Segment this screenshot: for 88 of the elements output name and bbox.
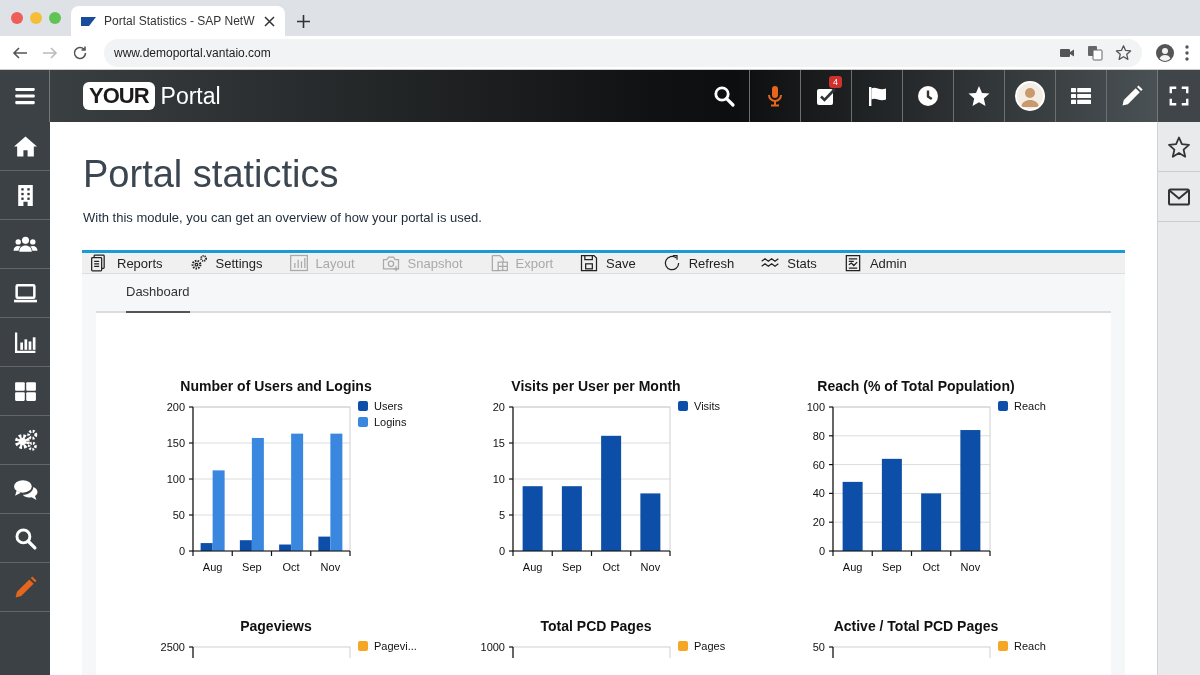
chart-title: Visits per User per Month: [511, 378, 681, 394]
axis-tick-label: 15: [492, 437, 505, 449]
axis-tick-label: 5: [498, 509, 505, 521]
new-tab-icon[interactable]: [297, 15, 310, 28]
avatar-icon: [1015, 81, 1045, 111]
site-logo-icon: [81, 16, 96, 26]
axis-tick-label: Sep: [882, 561, 902, 573]
axis-tick-label: 0: [498, 545, 505, 557]
logo-badge: YOUR: [83, 82, 155, 110]
tasks-button[interactable]: 4: [800, 70, 851, 122]
toolbar-button[interactable]: Admin: [842, 253, 921, 273]
notification-count: 4: [829, 76, 842, 88]
axis-tick-label: 150: [166, 437, 185, 449]
back-arrow-icon: [12, 44, 28, 61]
close-window-button[interactable]: [11, 12, 23, 24]
chart-bar: [640, 493, 661, 551]
star-icon: [1167, 134, 1191, 159]
legend-label: Users: [374, 400, 403, 412]
axis-tick-label: Oct: [922, 561, 940, 573]
logo-text: Portal: [160, 82, 221, 110]
axis-tick-label: Sep: [242, 561, 262, 573]
axis-tick-label: 60: [812, 458, 825, 471]
fullscreen-button[interactable]: [1157, 70, 1200, 122]
legend-label: Pagevi...: [374, 640, 417, 652]
chart-title: Number of Users and Logins: [180, 378, 372, 394]
chart-title: Total PCD Pages: [540, 618, 652, 634]
axis-tick-label: Nov: [960, 561, 981, 573]
axis-tick-label: Nov: [320, 561, 341, 573]
pencil-icon: [1120, 84, 1144, 108]
chart-bar: [842, 481, 863, 551]
chart-title: Reach (% of Total Population): [817, 378, 1015, 394]
axis-tick-label: 1000: [480, 641, 505, 653]
axis-tick-label: Oct: [602, 561, 620, 573]
legend-label: Reach: [1014, 400, 1046, 412]
axis-tick-label: 2500: [160, 641, 185, 653]
toolbar-button[interactable]: Stats: [760, 253, 831, 273]
chart-bar: [522, 486, 543, 551]
y-axis: [188, 646, 194, 658]
toolbar-button[interactable]: Save: [579, 253, 650, 273]
axis-tick-label: 20: [812, 516, 825, 529]
axis-tick-label: 40: [812, 487, 825, 500]
axis-tick-label: 0: [178, 545, 185, 557]
axis-tick-label: 100: [166, 473, 185, 485]
close-icon[interactable]: [264, 15, 275, 27]
star-icon: [967, 84, 991, 108]
reload-icon: [72, 44, 88, 61]
bookmark-star-icon[interactable]: [1115, 44, 1132, 61]
forward-arrow-icon: [42, 44, 58, 61]
clock-icon: [916, 84, 940, 108]
bar-chart-icon: [288, 253, 309, 273]
chart-bar: [561, 486, 582, 551]
axis-tick-label: 200: [166, 401, 185, 413]
menu-button[interactable]: [0, 70, 50, 122]
profile-icon[interactable]: [1156, 43, 1174, 62]
toolbar-button[interactable]: Refresh: [661, 253, 749, 273]
axis-tick-label: 100: [806, 401, 825, 413]
axis-tick-label: Aug: [202, 561, 223, 573]
axis-tick-label: Aug: [842, 561, 863, 573]
page-title: Portal statictics: [83, 152, 340, 196]
axis-tick-label: 50: [172, 509, 185, 521]
axis-tick-label: Nov: [640, 561, 661, 573]
tab-title: Portal Statistics - SAP NetW: [104, 14, 256, 28]
page-description: With this module, you can get an overview of how your portal is used.: [83, 210, 483, 226]
toolbar-button[interactable]: Settings: [188, 253, 277, 273]
chart-title: Active / Total PCD Pages: [833, 618, 999, 634]
legend-label: Reach: [1014, 640, 1046, 652]
axis-tick-label: 0: [818, 545, 825, 557]
axis-tick-label: 20: [492, 401, 505, 413]
chart-title: Pageviews: [240, 618, 312, 634]
axis-tick-label: 80: [812, 429, 825, 442]
search-icon: [711, 84, 736, 108]
axis-tick-label: 10: [492, 473, 505, 485]
toolbar-button[interactable]: Reports: [90, 253, 177, 273]
legend-label: Logins: [374, 416, 407, 428]
y-axis: [508, 646, 514, 658]
address-bar[interactable]: www.demoportal.vantaio.com: [104, 38, 1142, 67]
y-axis: [828, 646, 834, 658]
axis-tick-label: 50: [812, 641, 825, 653]
gears-icon: [12, 427, 38, 453]
axis-tick-label: Sep: [562, 561, 582, 573]
legend-label: Pages: [694, 640, 726, 652]
legend-label: Visits: [694, 400, 721, 412]
translate-icon[interactable]: [1087, 44, 1103, 61]
browser-tab[interactable]: Portal Statistics - SAP NetW: [71, 6, 285, 36]
fullscreen-icon: [1168, 85, 1190, 107]
axis-tick-label: Aug: [522, 561, 543, 573]
chart-bar: [921, 493, 942, 551]
axis-tick-label: Oct: [282, 561, 300, 573]
